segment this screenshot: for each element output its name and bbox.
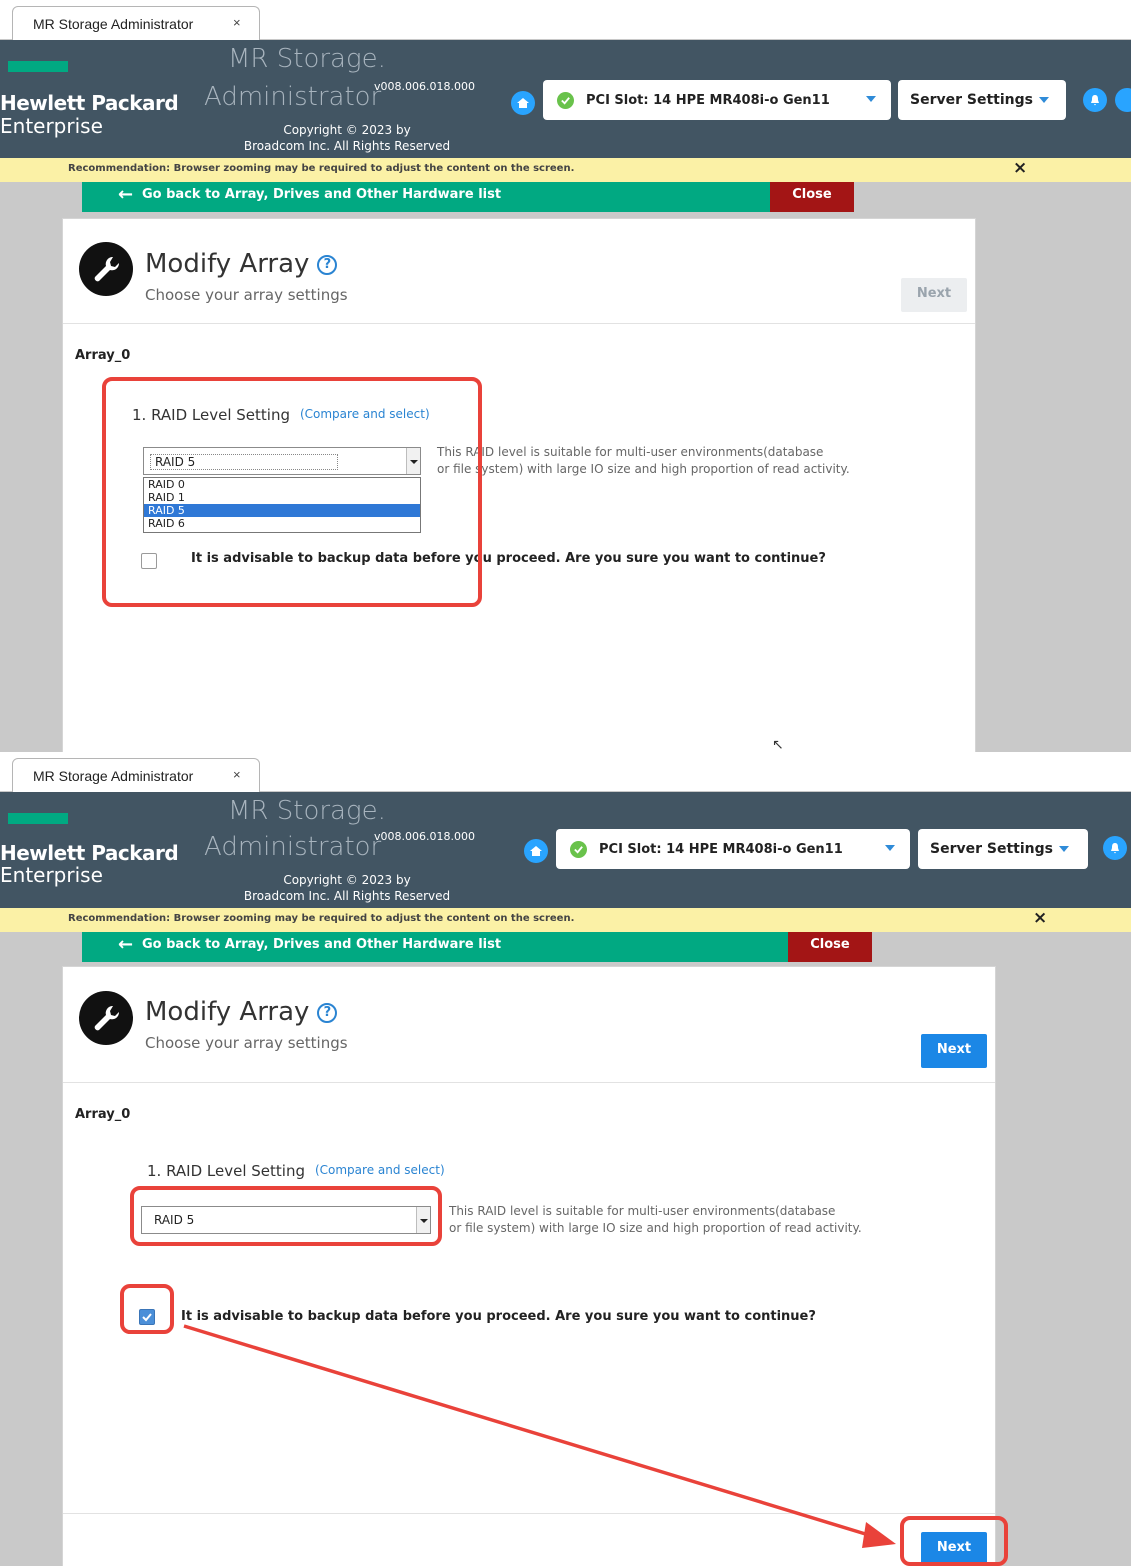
back-link-label: Go back to Array, Drives and Other Hardw… [142, 187, 502, 202]
header-divider [63, 323, 975, 324]
close-icon[interactable]: × [1013, 158, 1027, 178]
brand-name-line2: Enterprise [0, 114, 103, 138]
raid-description: This RAID level is suitable for multi-us… [437, 444, 850, 478]
wrench-icon [79, 242, 133, 296]
version-label: v008.006.018.000 [374, 80, 475, 93]
recommendation-text: Recommendation: Browser zooming may be r… [68, 163, 575, 174]
copyright-line1: Copyright © 2023 by [283, 123, 411, 137]
copyright: Copyright © 2023 by Broadcom Inc. All Ri… [232, 122, 462, 154]
app-name-line2: Administrator [204, 82, 382, 112]
hpe-logo-bar [8, 61, 68, 72]
raid-description-line1: This RAID level is suitable for multi-us… [437, 445, 824, 459]
question-circle-icon[interactable]: ? [317, 254, 338, 275]
copyright-line2: Broadcom Inc. All Rights Reserved [243, 139, 451, 153]
annotation-arrow [183, 1324, 896, 1548]
annotation-highlight [102, 377, 482, 607]
tab-close-icon[interactable]: × [233, 15, 241, 30]
mouse-cursor-icon: ↖ [772, 737, 784, 752]
help-icon[interactable] [1115, 88, 1131, 112]
raid-description-line2: or file system) with large IO size and h… [437, 462, 850, 476]
close-button[interactable]: Close [770, 182, 854, 212]
home-icon[interactable] [511, 91, 535, 115]
page-title-text: Modify Array [145, 249, 310, 279]
browser-tab[interactable]: MR Storage Administrator × [12, 6, 260, 40]
server-settings-menu[interactable]: Server Settings [898, 80, 1066, 120]
chevron-down-icon [1038, 97, 1049, 103]
browser-tab-title: MR Storage Administrator [33, 16, 194, 32]
screenshot-raid-dropdown-open: MR Storage Administrator × Hewlett Packa… [0, 0, 1131, 752]
recommendation-bar: Recommendation: Browser zooming may be r… [0, 158, 1131, 182]
controller-select[interactable]: PCI Slot: 14 HPE MR408i-o Gen11 [543, 80, 891, 120]
browser-tabstrip: MR Storage Administrator × [0, 0, 1131, 40]
arrow-left-icon: ← [118, 184, 134, 205]
app-header: Hewlett Packard Enterprise MR Storage. A… [0, 40, 1131, 158]
page-subtitle: Choose your array settings [145, 286, 348, 304]
screenshot-raid-selected-confirmed: MR Storage Administrator × Hewlett Packa… [0, 752, 1131, 1566]
page-title: Modify Array? [145, 249, 338, 279]
check-circle-icon [557, 91, 574, 109]
app-name: MR Storage. [228, 44, 386, 74]
array-name: Array_0 [75, 348, 131, 363]
controller-label: PCI Slot: 14 HPE MR408i-o Gen11 [586, 92, 830, 108]
chevron-down-icon [866, 96, 876, 102]
bell-icon[interactable] [1083, 88, 1107, 112]
next-button-top[interactable]: Next [901, 278, 967, 312]
server-settings-label: Server Settings [910, 92, 1033, 108]
brand-name: Hewlett Packard [0, 91, 179, 115]
back-to-list-bar[interactable]: ← Go back to Array, Drives and Other Har… [82, 182, 770, 212]
